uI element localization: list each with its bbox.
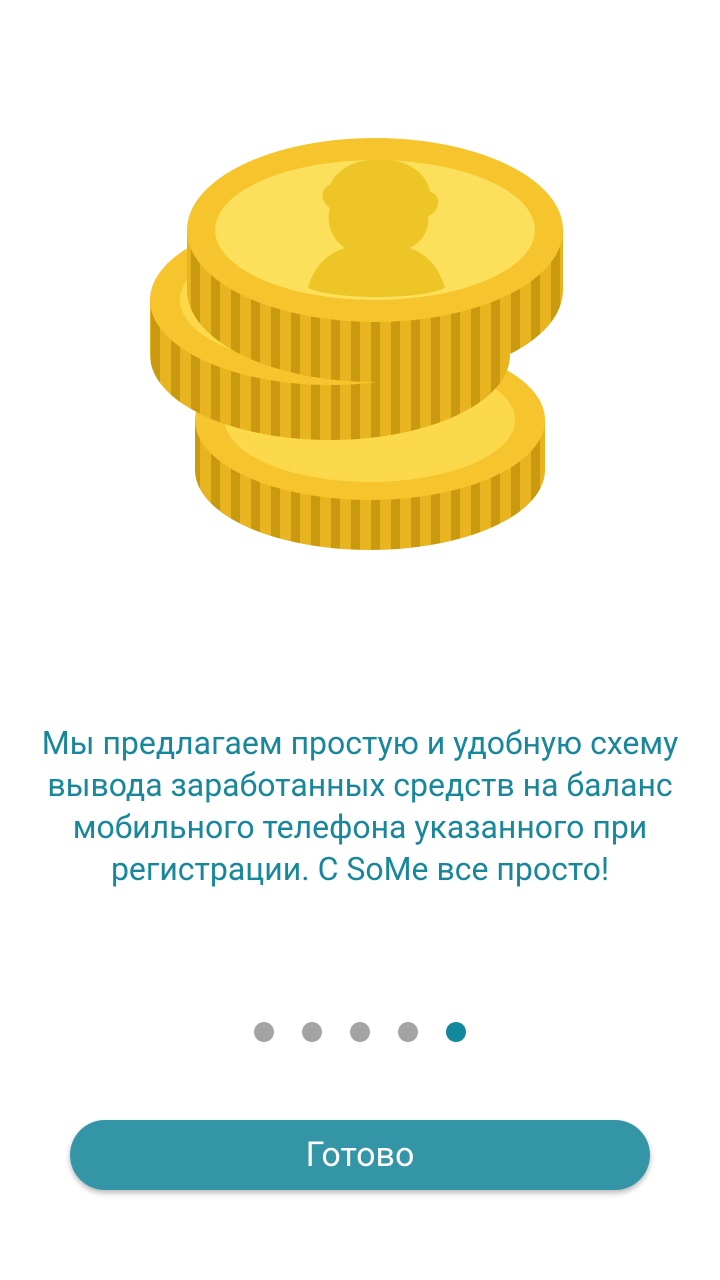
page-dot-5-active[interactable] — [446, 1022, 466, 1042]
onboarding-description: Мы предлагаем простую и удобную схему вы… — [41, 724, 679, 888]
page-dot-2[interactable] — [302, 1022, 322, 1042]
onboarding-screen: Мы предлагаем простую и удобную схему вы… — [0, 0, 720, 1280]
top-coin — [187, 138, 563, 382]
done-button[interactable]: Готово — [70, 1120, 650, 1190]
coin-stack-icon — [150, 138, 563, 550]
page-dot-4[interactable] — [398, 1022, 418, 1042]
page-indicator — [0, 1020, 720, 1044]
page-dot-1[interactable] — [254, 1022, 274, 1042]
page-dot-3[interactable] — [350, 1022, 370, 1042]
